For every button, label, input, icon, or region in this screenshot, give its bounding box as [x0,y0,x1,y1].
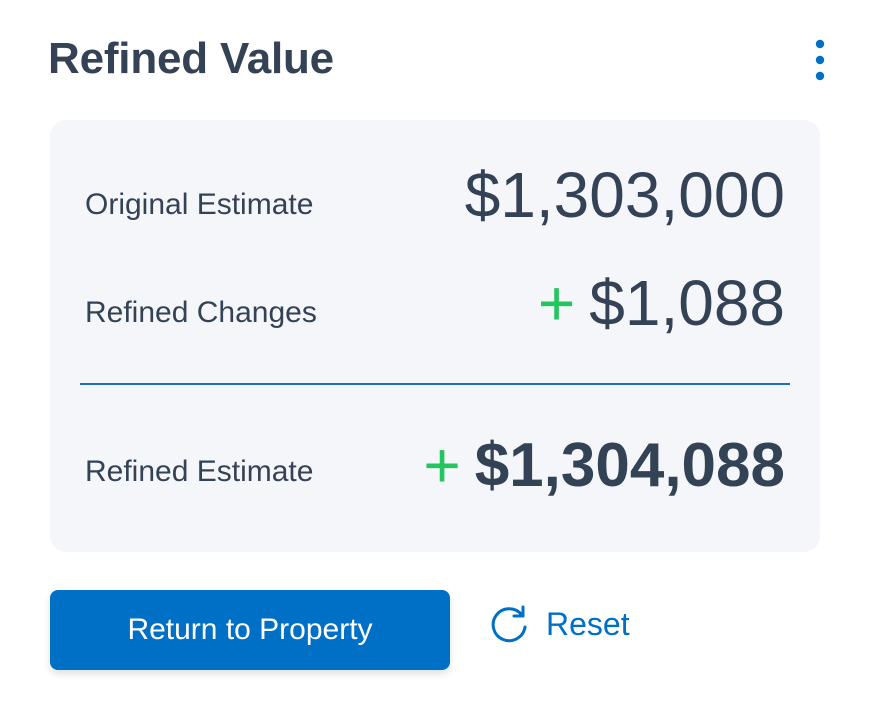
more-vertical-icon [815,39,825,81]
refresh-icon [491,605,527,643]
reset-label: Reset [546,605,630,642]
original-estimate-value: $1,303,000 [464,159,785,231]
original-estimate-row-value: $1,303,000 [465,158,785,232]
reset-button[interactable]: Reset [488,598,630,650]
refined-changes-row-value: + $1,088 [538,266,785,340]
page-title: Refined Value [48,34,334,83]
more-options-button[interactable] [806,36,834,84]
plus-icon: + [537,267,576,339]
divider [80,383,790,385]
return-to-property-button[interactable]: Return to Property [50,590,450,670]
refined-estimate-label: Refined Estimate [85,455,314,488]
plus-icon: + [423,429,461,501]
refined-changes-label: Refined Changes [85,296,317,329]
value-summary-card: Original Estimate $1,303,000 Refined Cha… [50,120,820,552]
refined-changes-value: $1,088 [589,267,785,339]
refined-estimate-value: $1,304,088 [474,430,785,500]
original-estimate-label: Original Estimate [85,188,314,221]
refined-estimate-row-value: + $1,304,088 [423,428,785,502]
